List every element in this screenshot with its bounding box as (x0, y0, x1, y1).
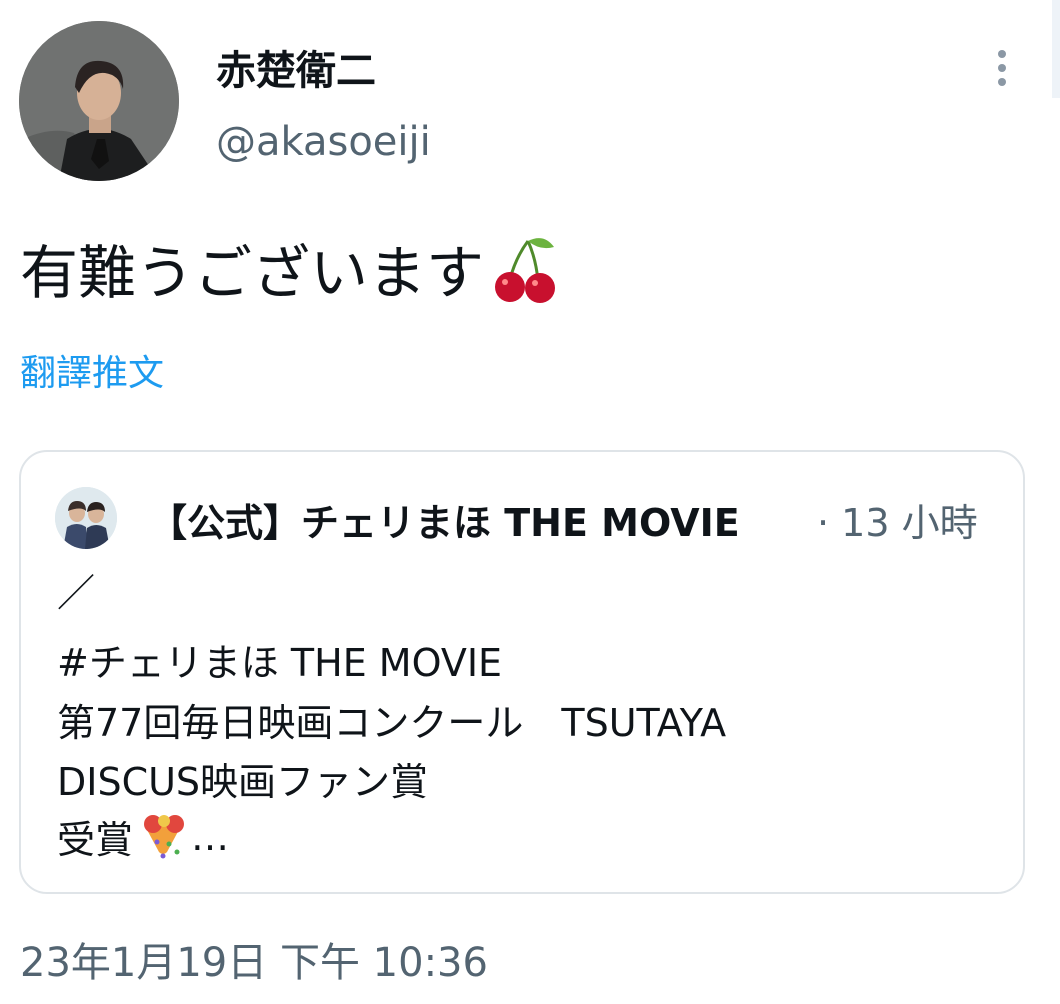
more-dot-icon (998, 64, 1006, 72)
cherries-icon (495, 238, 556, 303)
author-display-name[interactable]: 赤楚衛二 (216, 38, 376, 96)
quoted-author-name[interactable]: 【公式】チェリまほ THE MOVIE (149, 492, 799, 547)
scrollbar-edge (1052, 0, 1060, 98)
quoted-line-last: 受賞 … (57, 809, 229, 864)
tweet-timestamp[interactable]: 23年1月19日 下午 10:36 (20, 930, 488, 988)
tweet-text: 有難うございます (20, 226, 560, 310)
more-dot-icon (998, 50, 1006, 58)
quoted-line: #チェリまほ THE MOVIE (57, 641, 503, 685)
quoted-line: 第77回毎日映画コンクール TSUTAYA (57, 701, 727, 745)
more-options-button[interactable] (982, 44, 1022, 92)
author-avatar[interactable] (19, 21, 179, 181)
translate-tweet-link[interactable]: 翻譯推文 (20, 344, 164, 396)
quoted-author-avatar[interactable] (55, 487, 117, 549)
quoted-line: DISCUS映画ファン賞 (57, 760, 429, 804)
quoted-line: ／ (57, 571, 96, 615)
author-handle[interactable]: @akasoeiji (216, 119, 431, 165)
tweet-text-content: 有難うございます (20, 239, 485, 307)
quoted-ellipsis: … (191, 814, 230, 859)
party-popper-icon (144, 814, 185, 858)
quoted-tweet-card[interactable]: 【公式】チェリまほ THE MOVIE · 13 小時 ／ #チェリまほ THE… (19, 450, 1025, 894)
more-dot-icon (998, 78, 1006, 86)
quoted-line-text: 受賞 (57, 818, 134, 862)
quoted-time: · 13 小時 (817, 501, 978, 545)
